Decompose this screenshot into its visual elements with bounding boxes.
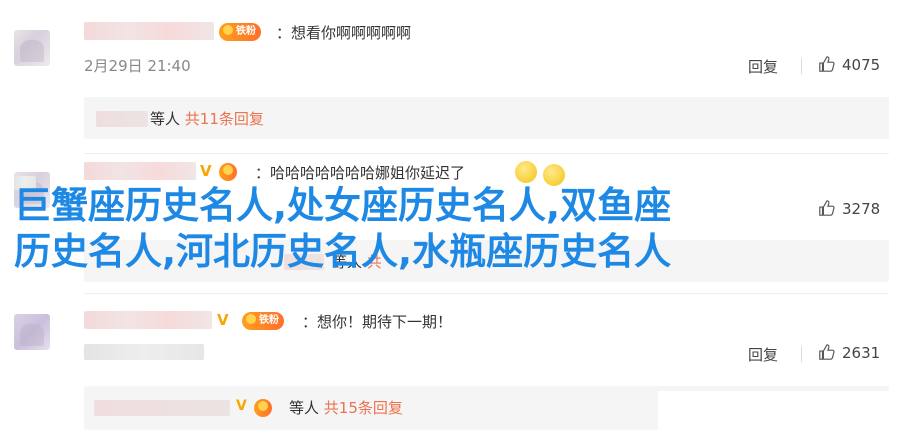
fan-badge-icon: 铁粉 <box>219 23 261 41</box>
time-blurred <box>84 344 204 360</box>
thumb-up-icon <box>819 200 835 216</box>
emoji-icon <box>515 161 537 183</box>
sub-reply-names-blurred <box>96 111 148 127</box>
like-button[interactable]: 2631 <box>818 343 880 362</box>
view-replies-link[interactable]: 共15条回复 <box>324 399 403 417</box>
username-blurred[interactable] <box>84 311 212 329</box>
overlay-title-line1: 巨蟹座历史名人,处女座历史名人,双鱼座 <box>14 184 672 227</box>
white-patch <box>658 391 916 441</box>
reply-button[interactable]: 回复 <box>748 344 778 365</box>
comment-text: ：想看你啊啊啊啊啊 <box>276 24 412 42</box>
view-replies-link[interactable]: 共11条回复 <box>185 110 264 128</box>
divider <box>801 58 802 74</box>
like-count: 4075 <box>842 56 881 74</box>
username-blurred[interactable] <box>84 22 214 40</box>
sub-reply-summary: 等人 共15条回复 <box>289 397 403 418</box>
fan-badge-icon <box>254 399 272 417</box>
like-button[interactable]: 4075 <box>818 55 880 74</box>
sub-reply-prefix: 等人 <box>289 399 320 417</box>
like-button[interactable]: 3278 <box>818 199 880 218</box>
comment-time: 2月29日 21:40 <box>84 57 191 75</box>
divider <box>801 346 802 362</box>
avatar[interactable] <box>14 314 50 350</box>
sub-reply-summary: 等人 共11条回复 <box>150 108 264 129</box>
like-count: 2631 <box>842 344 881 362</box>
fan-badge-label: 铁粉 <box>259 315 279 326</box>
comment-text: ：想你！期待下一期！ <box>302 313 453 331</box>
reply-button[interactable]: 回复 <box>748 56 778 77</box>
comment-text: ：哈哈哈哈哈哈哈娜姐你延迟了 <box>255 164 466 182</box>
sub-replies-box: 等人 共11条回复 <box>84 97 889 139</box>
overlay-title-line2: 历史名人,河北历史名人,水瓶座历史名人 <box>14 230 672 273</box>
thumb-up-icon <box>819 344 835 360</box>
separator <box>84 153 889 154</box>
separator <box>84 293 889 294</box>
sub-reply-names-blurred <box>94 400 230 416</box>
fan-badge-icon <box>219 163 237 181</box>
verified-icon: V <box>236 398 247 414</box>
fan-badge-icon: 铁粉 <box>242 312 284 330</box>
sub-reply-prefix: 等人 <box>150 110 181 128</box>
fan-badge-label: 铁粉 <box>236 26 256 37</box>
thumb-up-icon <box>819 56 835 72</box>
avatar[interactable] <box>14 30 50 66</box>
like-count: 3278 <box>842 200 881 218</box>
username-blurred[interactable] <box>84 162 196 180</box>
verified-icon: V <box>217 311 229 329</box>
verified-icon: V <box>200 162 212 180</box>
